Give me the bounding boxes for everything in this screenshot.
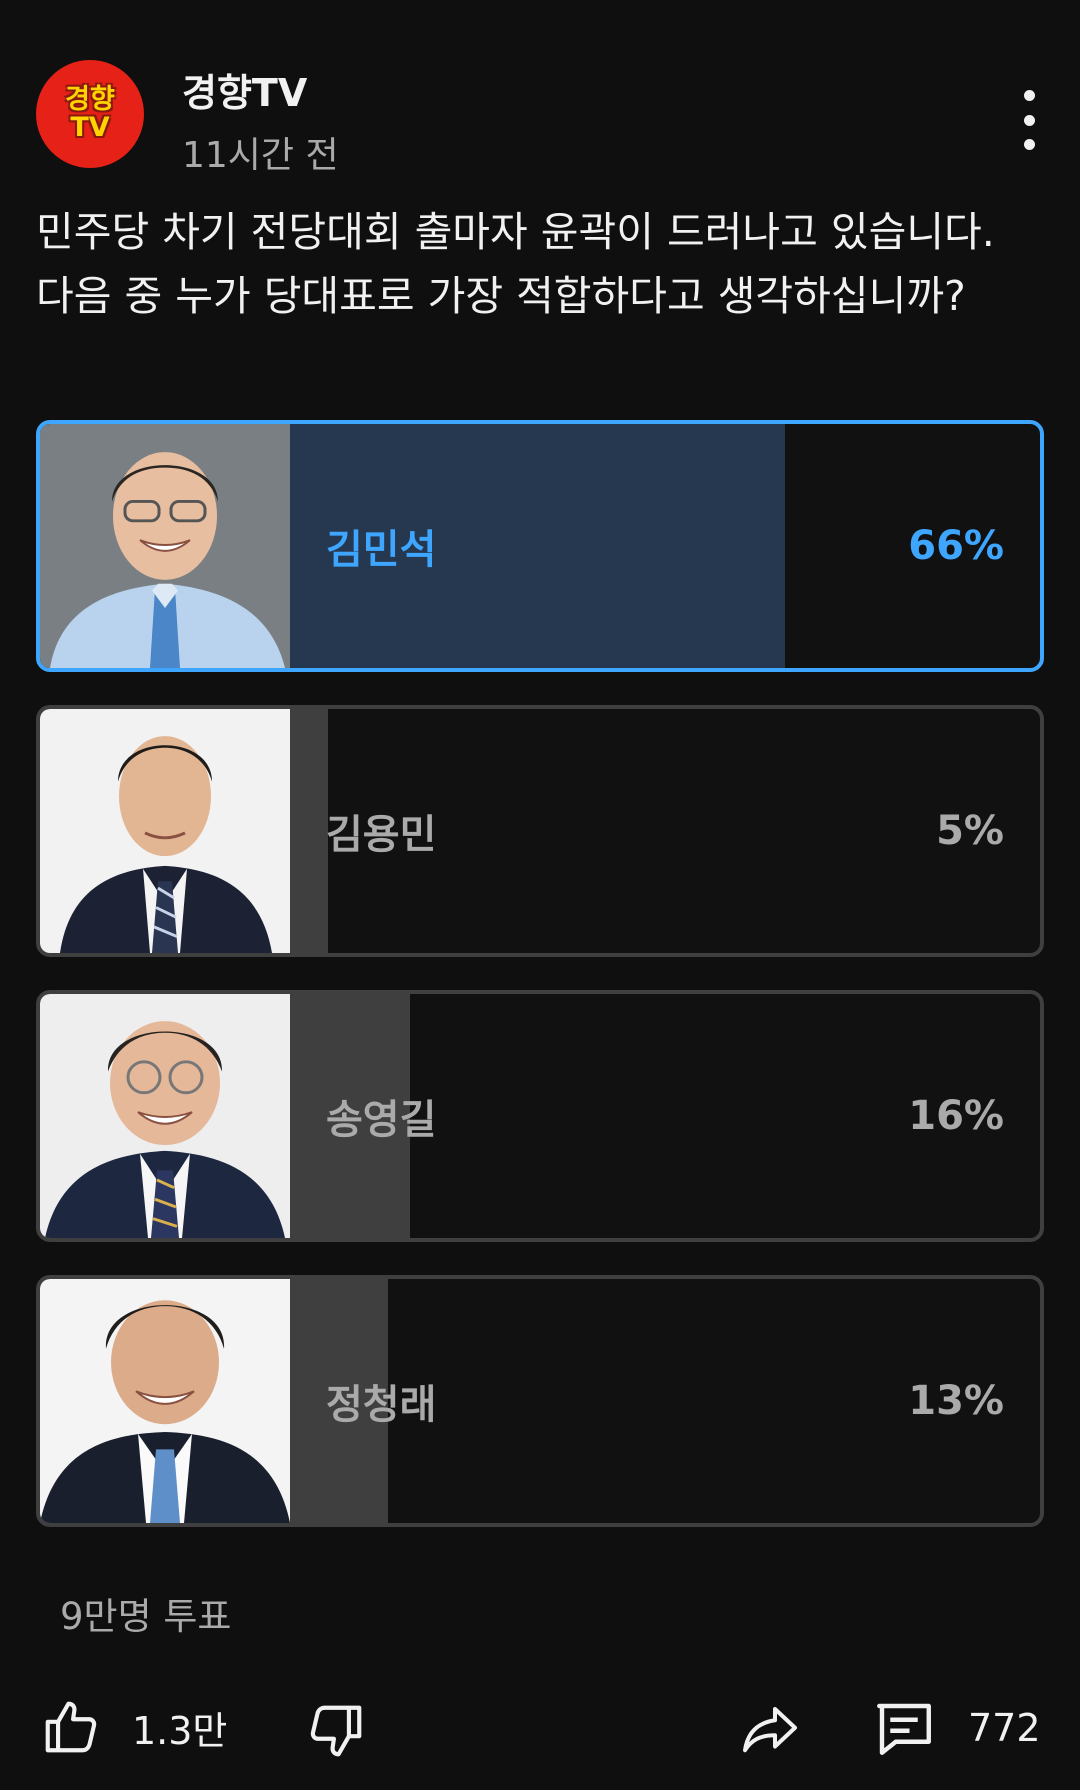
vote-count: 9만명 투표 (60, 1595, 232, 1638)
comment-icon (877, 1703, 931, 1755)
thumb-up-icon (45, 1701, 97, 1753)
poll: 김민석 66% 김용민 5% 송영길 16% 정청래 13% (36, 420, 1044, 1560)
dislike-button[interactable] (305, 1699, 367, 1763)
like-button[interactable]: 1.3만 (40, 1695, 227, 1759)
channel-avatar[interactable]: 경향 TV (36, 60, 144, 168)
candidate-name: 송영길 (326, 1097, 437, 1143)
poll-question: 민주당 차기 전당대회 출마자 윤곽이 드러나고 있습니다. 다음 중 누가 당… (36, 208, 995, 320)
vote-percent: 66% (908, 523, 1004, 569)
candidate-name: 김용민 (326, 812, 437, 858)
poll-option-result-bar (290, 709, 328, 953)
channel-name[interactable]: 경향TV (182, 62, 307, 117)
avatar-logo-text-top: 경향 (65, 84, 115, 115)
thumb-down-icon (310, 1705, 362, 1757)
vote-percent: 16% (908, 1093, 1004, 1139)
vote-percent: 5% (936, 808, 1004, 854)
poll-option[interactable]: 송영길 16% (36, 990, 1044, 1242)
comment-button[interactable]: 772 (870, 1695, 1041, 1761)
like-count: 1.3만 (132, 1708, 228, 1753)
candidate-name: 김민석 (326, 527, 437, 573)
comment-count: 772 (968, 1706, 1041, 1750)
candidate-photo (40, 424, 290, 668)
poll-option[interactable]: 정청래 13% (36, 1275, 1044, 1527)
share-icon (743, 1707, 797, 1753)
poll-option[interactable]: 김용민 5% (36, 705, 1044, 957)
vote-percent: 13% (908, 1378, 1004, 1424)
candidate-photo (40, 994, 290, 1238)
share-button[interactable] (736, 1699, 804, 1759)
post-header: 경향 TV 경향TV 11시간 전 (36, 60, 1044, 176)
candidate-photo (40, 709, 290, 953)
action-bar: 1.3만 772 (0, 1685, 1080, 1775)
poll-option[interactable]: 김민석 66% (36, 420, 1044, 672)
candidate-photo (40, 1279, 290, 1523)
avatar-logo-text-bottom: TV (70, 112, 110, 143)
post-time: 11시간 전 (182, 135, 339, 176)
candidate-name: 정청래 (326, 1382, 437, 1428)
more-vert-icon[interactable] (1014, 90, 1044, 150)
